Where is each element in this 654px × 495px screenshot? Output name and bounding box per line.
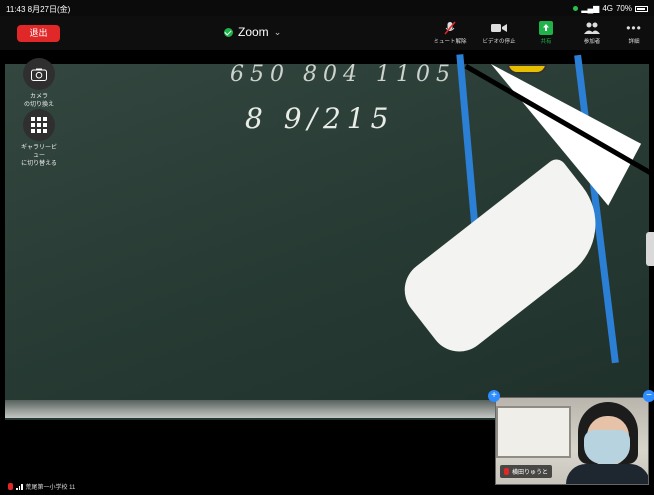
more-label: 詳細	[628, 39, 640, 45]
meeting-toolbar: 退出 Zoom ⌄ ミュート解除 ビデオの停止 共有 参加者 ••• 詳細	[0, 16, 654, 50]
stop-video-button[interactable]: ビデオの停止	[477, 21, 521, 49]
video-camera-icon	[477, 21, 521, 35]
signal-strength-icon	[16, 483, 23, 490]
stop-video-label: ビデオの停止	[482, 39, 516, 45]
self-video-mask	[584, 430, 630, 464]
switch-camera-button[interactable]: カメラ の切り換え	[20, 58, 58, 109]
self-name-tag: 横田りゅうと	[500, 465, 553, 478]
active-speaker-name: 荒尾第一小学校 11	[25, 485, 76, 491]
participants-label: 参加者	[583, 39, 601, 45]
battery-percent: 70%	[615, 4, 632, 13]
shield-icon	[224, 27, 233, 37]
share-button[interactable]: 共有	[524, 21, 568, 49]
share-label: 共有	[540, 39, 552, 45]
grid-icon	[23, 109, 55, 141]
switch-camera-label: カメラ の切り換え	[23, 94, 54, 108]
gallery-view-label: ギャラリービュー に切り替える	[20, 145, 57, 167]
participants-button[interactable]: 参加者	[570, 21, 614, 49]
self-video-window	[496, 406, 571, 458]
chevron-down-icon: ⌄	[273, 26, 282, 37]
self-video-tile[interactable]: 横田りゅうと	[495, 397, 649, 485]
battery-icon	[635, 5, 648, 12]
more-button[interactable]: ••• 詳細	[612, 21, 654, 49]
chalk-top-text: 650 804 1105	[230, 62, 456, 87]
muted-mic-icon	[428, 21, 472, 35]
self-video-body	[566, 464, 648, 484]
leave-button[interactable]: 退出	[17, 25, 60, 42]
minimize-self-view-button[interactable]: −	[643, 390, 654, 402]
unmute-label: ミュート解除	[433, 39, 467, 45]
meeting-title-dropdown[interactable]: Zoom ⌄	[224, 25, 281, 39]
muted-mic-icon	[8, 483, 13, 490]
active-speaker-label: 荒尾第一小学校 11	[8, 482, 75, 491]
meeting-title: Zoom	[238, 25, 269, 39]
camera-switch-icon	[23, 58, 55, 90]
status-indicators: ▂▄▆ 4G 70%	[573, 4, 648, 13]
status-time: 11:43 8月27日(金)	[6, 5, 71, 14]
participants-icon	[570, 21, 614, 35]
status-bar: 11:43 8月27日(金) ▂▄▆ 4G 70%	[0, 0, 654, 16]
more-icon: •••	[626, 21, 642, 35]
active-indicator-icon	[573, 6, 579, 11]
signal-icon: ▂▄▆	[581, 4, 600, 13]
chalk-number-text: 8 9/215	[245, 102, 395, 135]
share-screen-icon	[524, 21, 568, 35]
muted-mic-icon	[504, 468, 509, 475]
self-name: 横田りゅうと	[512, 470, 549, 476]
gallery-view-button[interactable]: ギャラリービュー に切り替える	[20, 109, 58, 168]
expand-self-view-button[interactable]: +	[488, 390, 500, 402]
side-panel-handle[interactable]	[646, 232, 654, 266]
network-type: 4G	[602, 4, 613, 13]
yellow-object	[507, 64, 547, 74]
unmute-button[interactable]: ミュート解除	[428, 21, 472, 49]
main-video: 650 804 1105 8 9/215	[5, 50, 649, 432]
